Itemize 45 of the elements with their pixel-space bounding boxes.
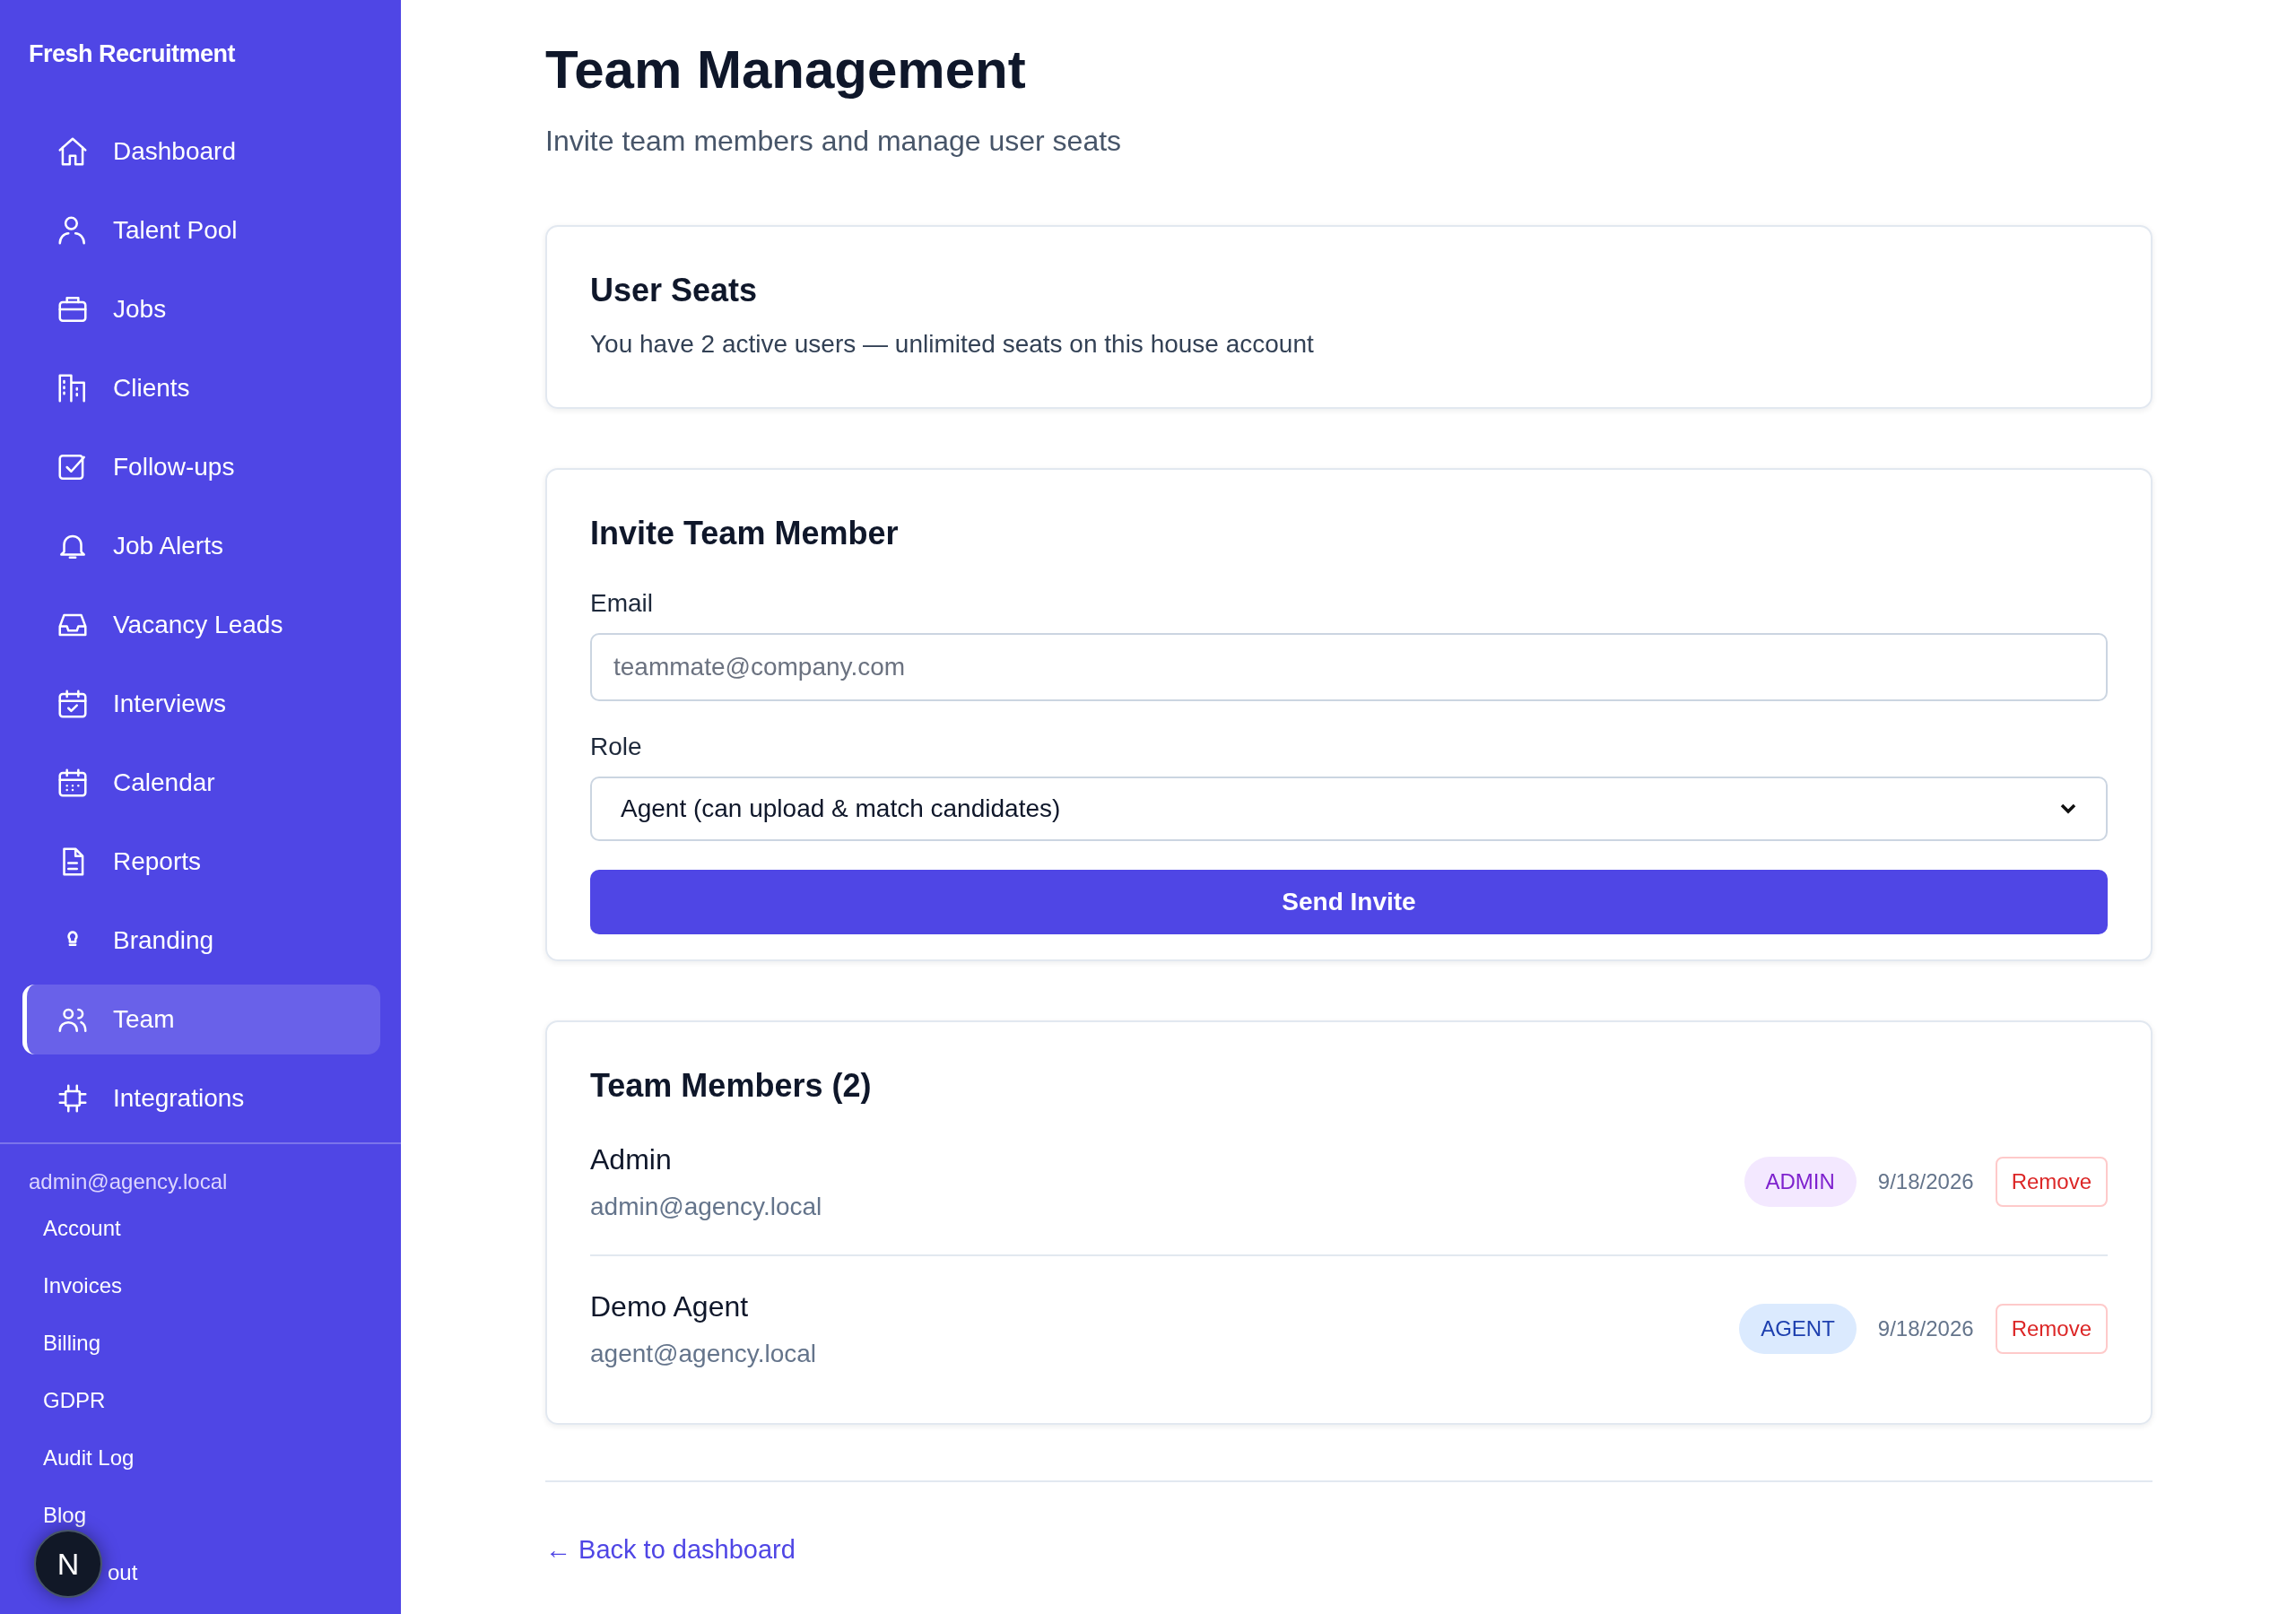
nav-item[interactable]: Branding <box>22 906 380 976</box>
card-title: Invite Team Member <box>590 514 900 553</box>
remove-button[interactable]: Remove <box>1995 1303 2108 1354</box>
back-link[interactable]: ← Back to dashboard <box>545 1530 796 1570</box>
nav-item[interactable]: Dashboard <box>22 117 380 187</box>
brand-name: Fresh Recruitment <box>29 40 236 67</box>
remove-button[interactable]: Remove <box>1995 1156 2108 1207</box>
account-link[interactable]: Billing <box>43 1315 101 1372</box>
member-date: 9/18/2026 <box>1877 1315 1974 1342</box>
user-email: admin@agency.local <box>28 1168 228 1195</box>
page-subtitle: Invite team members and manage user seats <box>545 124 1122 159</box>
role-tag: AGENT <box>1739 1303 1857 1354</box>
member-name: Demo Agent <box>590 1289 749 1324</box>
send-invite-button[interactable]: Send Invite <box>590 870 2108 935</box>
nav-item[interactable]: Reports <box>22 827 380 897</box>
account-link[interactable]: Audit Log <box>43 1429 135 1487</box>
nav-item[interactable]: Jobs <box>22 274 380 344</box>
role-select[interactable]: Agent (can upload & match candidates) <box>590 777 2108 842</box>
page-title: Team Management <box>545 40 1027 100</box>
dev-tools-menu[interactable]: N <box>34 1530 102 1598</box>
chevron-down-icon <box>2059 803 2077 816</box>
account-link[interactable]: out <box>108 1544 138 1601</box>
nav-item[interactable]: Interviews <box>22 669 380 739</box>
member-email: admin@agency.local <box>590 1191 822 1222</box>
member-name: Admin <box>590 1141 672 1177</box>
email-field[interactable]: teammate@company.com <box>590 633 2108 702</box>
nav-item[interactable]: Integrations <box>22 1063 380 1133</box>
nav-item[interactable]: Calendar <box>22 748 380 818</box>
nav-item[interactable]: Team <box>22 985 380 1054</box>
card-title: Team Members (2) <box>590 1066 873 1106</box>
seats-text: You have 2 active users — unlimited seats on this house account <box>590 329 1314 360</box>
nav-item[interactable]: Job Alerts <box>22 511 380 581</box>
role-tag: ADMIN <box>1744 1156 1857 1207</box>
account-link[interactable]: Invoices <box>43 1257 123 1315</box>
member-date: 9/18/2026 <box>1877 1167 1974 1195</box>
account-link[interactable]: GDPR <box>43 1372 106 1429</box>
nav-item[interactable]: Follow-ups <box>22 432 380 502</box>
field-label: Role <box>590 732 642 763</box>
field-label: Email <box>590 588 653 620</box>
nav-item[interactable]: Talent Pool <box>22 195 380 265</box>
nav-item[interactable]: Clients <box>22 353 380 423</box>
member-email: agent@agency.local <box>590 1338 817 1369</box>
nav-item[interactable]: Vacancy Leads <box>22 590 380 660</box>
account-link[interactable]: Account <box>43 1200 121 1257</box>
card-title: User Seats <box>590 271 759 310</box>
